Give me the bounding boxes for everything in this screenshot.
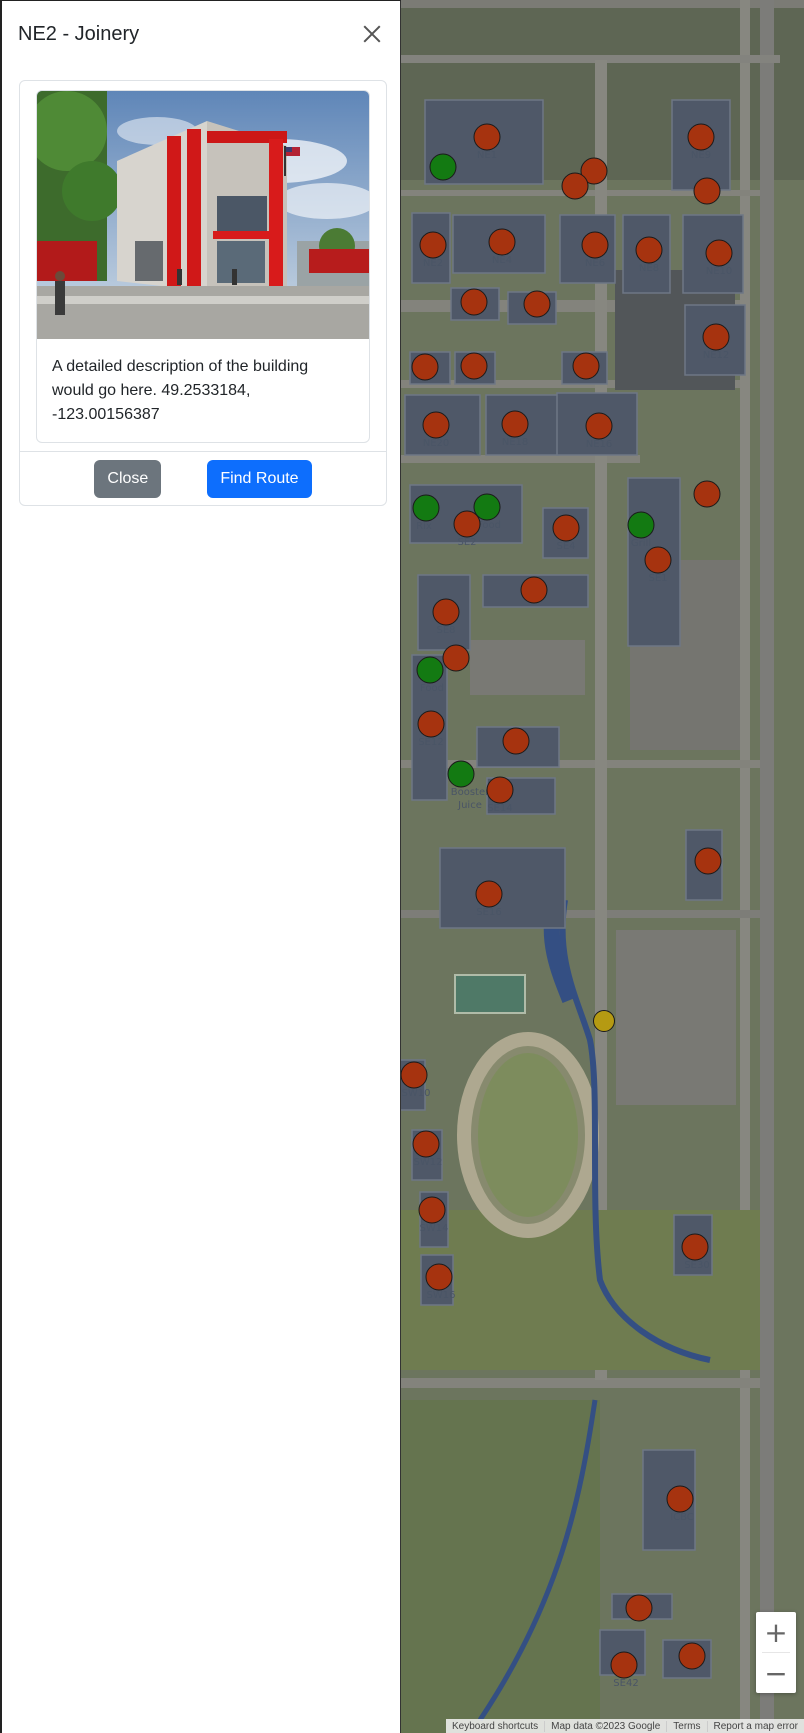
food-pin-booster-juice[interactable] (447, 760, 475, 788)
building-pin[interactable] (572, 352, 600, 380)
building-photo (37, 91, 369, 339)
building-pin[interactable] (520, 576, 548, 604)
building-pin-sw12[interactable] (412, 1130, 440, 1158)
building-pin[interactable] (561, 172, 589, 200)
building-pin[interactable] (678, 1642, 706, 1670)
card-actions: Close Find Route (20, 451, 386, 506)
zoom-in-button[interactable]: + (756, 1612, 796, 1652)
building-pin-ne6[interactable] (581, 231, 609, 259)
food-pin-rix[interactable] (412, 494, 440, 522)
building-info: A detailed description of the building w… (36, 90, 370, 443)
food-pin[interactable] (416, 656, 444, 684)
building-pin[interactable] (442, 644, 470, 672)
building-pin[interactable] (411, 353, 439, 381)
building-pin-ne2[interactable] (419, 231, 447, 259)
building-pin-se14[interactable] (486, 776, 514, 804)
building-pin-ne12[interactable] (702, 323, 730, 351)
food-pin-grill[interactable] (627, 511, 655, 539)
building-pin-sw16[interactable] (425, 1263, 453, 1291)
building-pin-se8[interactable] (432, 598, 460, 626)
food-pin[interactable] (429, 153, 457, 181)
building-pin-ne4[interactable] (488, 228, 516, 256)
building-pin-ne1[interactable] (473, 123, 501, 151)
building-pin[interactable] (460, 288, 488, 316)
keyboard-shortcuts-link[interactable]: Keyboard shortcuts (446, 1721, 544, 1732)
building-pin[interactable] (693, 480, 721, 508)
building-pin-icbc[interactable] (666, 1485, 694, 1513)
building-pin-ne10[interactable] (705, 239, 733, 267)
building-pin[interactable] (502, 727, 530, 755)
building-pin[interactable] (460, 352, 488, 380)
building-pin-se12[interactable] (417, 710, 445, 738)
building-pin-sw14[interactable] (418, 1196, 446, 1224)
landmark-pin[interactable] (593, 1010, 615, 1032)
offcanvas-header: NE2 - Joinery (2, 1, 400, 67)
building-card: A detailed description of the building w… (19, 80, 387, 506)
building-description: A detailed description of the building w… (52, 358, 309, 423)
building-pin-ne20[interactable] (422, 411, 450, 439)
building-pin-ne18[interactable] (501, 410, 529, 438)
building-offcanvas: NE2 - Joinery A detailed description of … (0, 0, 401, 1733)
close-icon[interactable] (360, 22, 384, 46)
find-route-button[interactable]: Find Route (207, 460, 312, 498)
building-pin[interactable] (694, 847, 722, 875)
building-pin-ne16[interactable] (585, 412, 613, 440)
building-title: NE2 - Joinery (18, 22, 140, 45)
map-attribution: Keyboard shortcuts Map data ©2023 Google… (445, 1719, 804, 1733)
terms-link[interactable]: Terms (666, 1720, 706, 1732)
building-pin-se30[interactable] (681, 1233, 709, 1261)
map-data-text: Map data ©2023 Google (544, 1720, 666, 1732)
building-pin-se1[interactable] (644, 546, 672, 574)
building-pin[interactable] (523, 290, 551, 318)
building-pin-se42[interactable] (610, 1651, 638, 1679)
zoom-out-button[interactable]: − (756, 1653, 796, 1693)
building-pin-ne8[interactable] (635, 236, 663, 264)
building-pin-se16[interactable] (475, 880, 503, 908)
building-pin-sw10[interactable] (400, 1061, 428, 1089)
building-pin[interactable] (693, 177, 721, 205)
building-pin-ne9[interactable] (687, 123, 715, 151)
building-pin[interactable] (625, 1594, 653, 1622)
building-pin-se4[interactable] (552, 514, 580, 542)
building-pin-se2[interactable] (453, 510, 481, 538)
report-error-link[interactable]: Report a map error (706, 1720, 804, 1732)
zoom-control: + − (756, 1612, 796, 1693)
close-button[interactable]: Close (94, 460, 162, 498)
